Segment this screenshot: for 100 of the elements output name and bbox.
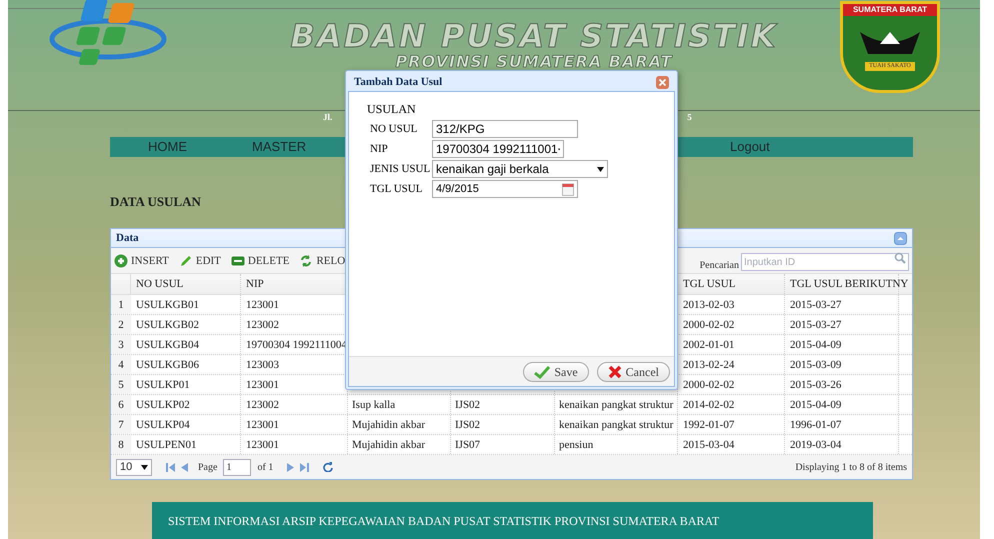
panel-title: Data [116,231,139,246]
table-cell-text: 2015-03-04 [683,438,734,453]
table-cell-text: 2015-03-09 [790,358,842,373]
table-cell-text: 123003 [246,358,279,373]
first-page-icon[interactable] [166,462,175,472]
site-subtitle: PROVINSI SUMATERA BARAT [396,53,672,71]
table-cell-text: IJS07 [455,438,480,453]
table-cell-text: 1992-01-07 [683,418,734,433]
row-number: 4 [118,358,124,373]
field-label: NIP [370,142,389,157]
table-cell-text: 19700304 1992111004 [246,338,347,353]
page-title: DATA USULAN [110,192,202,211]
row-number: 8 [118,438,124,453]
table-cell-text: USULKGB02 [136,318,199,333]
address-text: Jl. [323,110,332,121]
table-cell-text: 2015-04-09 [790,338,842,353]
last-page-icon[interactable] [300,462,310,472]
table-cell-text: 123001 [246,418,279,433]
table-cell-text: USULKGB04 [136,338,199,353]
table-cell-text: USULKP02 [136,398,190,413]
select-field[interactable]: kenaikan gaji berkala [432,160,608,178]
site-title: BADAN PUSAT STATISTIK [290,19,778,53]
table-cell-text: kenaikan pangkat struktur [559,398,674,413]
table-cell-text: 123001 [246,298,279,313]
close-icon[interactable] [656,76,669,88]
toolbar-button[interactable]: INSERT [114,252,169,270]
nav-link[interactable]: Logout [730,137,770,157]
table-cell-text: 123002 [246,398,279,413]
collapse-icon[interactable] [894,232,907,245]
next-page-icon[interactable] [287,462,294,472]
previous-page-icon[interactable] [181,462,188,472]
table-cell-text: 2000-02-02 [683,378,734,393]
page-number-field[interactable]: 1 [223,458,252,476]
row-number: 1 [118,298,124,313]
calendar-icon [562,182,574,196]
column-header[interactable]: NO USUL [136,276,184,293]
table-cell-text: USULKGB06 [136,358,199,373]
minus-icon [230,256,245,266]
cross-icon [608,364,622,378]
table-cell-text: 123001 [246,438,279,453]
column-header[interactable]: TGL USUL [683,276,736,293]
toolbar-button[interactable]: RELO [299,252,346,270]
table-cell-text: 2019-03-04 [790,438,842,453]
emblem-banner: SUMATERA BARAT [843,4,937,16]
table-cell-text: IJS02 [455,418,480,433]
pencil-icon [178,254,193,268]
table-cell-text: Mujahidin akbar [352,438,426,453]
text-field[interactable]: 312/KPG [432,120,578,138]
section-label: USULAN [367,101,417,118]
table-cell-text: 2015-03-26 [790,378,842,393]
table-cell-text: Isup kalla [352,398,396,413]
table-cell-text: Mujahidin akbar [352,418,426,433]
table-cell-text: USULKGB01 [136,298,199,313]
table-cell-text: USULPEN01 [136,438,197,453]
address-text: 5 [687,110,692,121]
table-cell-text: kenaikan pangkat struktur [559,418,674,433]
dialog-title: Tambah Data Usul [354,74,442,90]
row-number: 6 [118,398,124,413]
table-cell-text: 2015-03-27 [790,318,842,333]
refresh-icon[interactable] [323,462,334,472]
search-label: Pencarian [700,258,739,273]
pager-summary: Displaying 1 to 8 of 8 items [795,460,907,475]
table-cell-text: 2013-02-03 [683,298,734,313]
field-label: TGL USUL [370,182,424,197]
table-cell-text: 123002 [246,318,279,333]
refresh-icon [299,254,314,268]
row-number: 3 [118,338,124,353]
table-cell-text: 2015-04-09 [790,398,842,413]
save-button[interactable]: Save [523,362,589,382]
table-cell-text: 123001 [246,378,279,393]
cancel-button[interactable]: Cancel [596,362,670,382]
table-cell-text: 2002-01-01 [683,338,734,353]
plus-icon [114,254,128,268]
table-cell-text: pensiun [559,438,594,453]
table-cell-text: 2014-02-02 [683,398,734,413]
row-number: 7 [118,418,124,433]
table-cell-text: 2015-03-27 [790,298,842,313]
page-count: of 1 [257,460,274,475]
row-number: 2 [118,318,124,333]
table-cell-text: 2013-02-24 [683,358,734,373]
table-cell-text: IJS02 [455,398,480,413]
toolbar-button[interactable]: EDIT [178,252,221,270]
search-field[interactable]: Inputkan ID [741,253,909,272]
table-cell-text: USULKP01 [136,378,190,393]
date-field[interactable]: 4/9/2015 [432,180,578,198]
toolbar-button[interactable]: DELETE [230,252,290,270]
checkmark-icon [534,364,550,378]
footer-text: SISTEM INFORMASI ARSIP KEPEGAWAIAN BADAN PUSAT STATISTIK PROVINSI SUMATERA BARAT [168,512,720,530]
row-number: 5 [118,378,124,393]
table-cell-text: 2000-02-02 [683,318,734,333]
table-cell-text: 1996-01-07 [790,418,842,433]
select-field[interactable]: 19700304 1992111001 [432,140,564,158]
nav-link[interactable]: HOME [148,137,252,157]
column-header[interactable]: NIP [246,276,264,293]
page-size-select[interactable]: 10 [116,458,152,476]
field-label: JENIS USUL [370,162,432,177]
search-icon [894,252,906,264]
column-header[interactable]: TGL USUL BERIKUTNY [790,276,908,293]
table-cell-text: USULKP04 [136,418,190,433]
field-label: NO USUL [370,122,418,137]
